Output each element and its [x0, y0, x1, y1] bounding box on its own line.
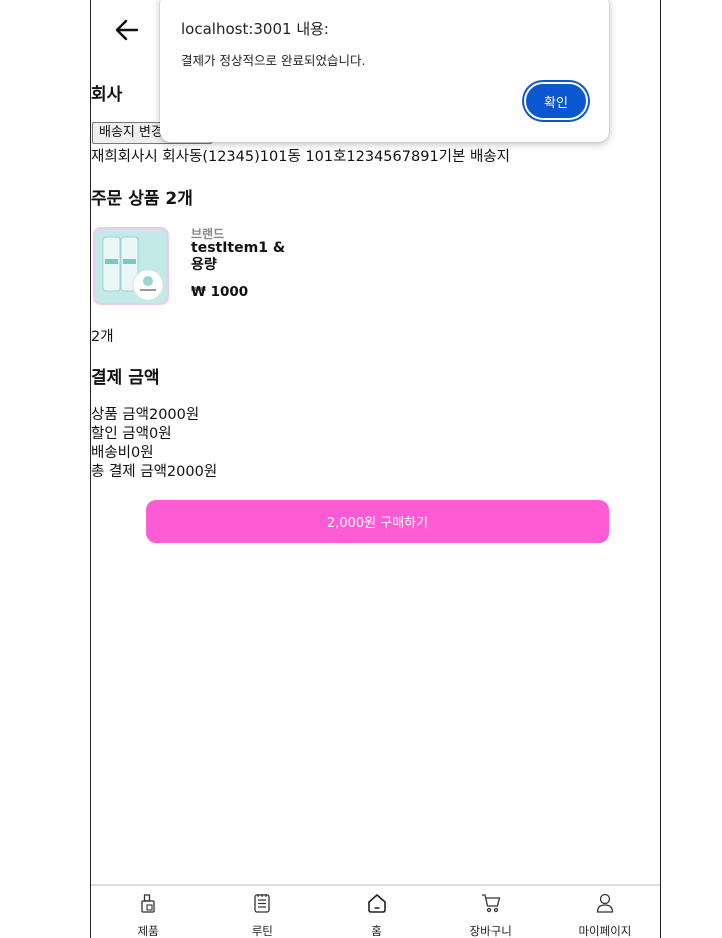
- bottom-nav: 제품 루틴 홈 장바구니 마이페이지: [91, 884, 660, 938]
- order-items-title: 주문 상품 2개: [91, 189, 193, 209]
- product-price: ₩ 1000: [191, 284, 249, 300]
- home-icon: [367, 894, 386, 913]
- nav-label-product: 제품: [137, 924, 159, 938]
- company-title: 회사: [91, 85, 123, 105]
- subtotal-line: 상품 금액2000원: [91, 407, 200, 423]
- product-icon: [141, 894, 155, 913]
- nav-item-cart[interactable]: 장바구니: [434, 886, 548, 938]
- nav-label-home: 홈: [371, 924, 382, 938]
- nav-label-cart: 장바구니: [469, 924, 512, 938]
- delivery-address: 재희회사시 회사동(12345)101동 101호1234567891기본 배송…: [91, 149, 510, 165]
- nav-item-product[interactable]: 제품: [91, 886, 205, 938]
- nav-label-routine: 루틴: [251, 924, 273, 938]
- shipping-line: 배송비0원: [91, 445, 154, 461]
- dialog-title: localhost:3001 내용:: [181, 20, 329, 38]
- nav-label-mypage: 마이페이지: [578, 924, 632, 938]
- user-icon: [596, 893, 614, 913]
- dialog-message: 결제가 정상적으로 완료되었습니다.: [181, 53, 366, 68]
- product-image: [95, 229, 167, 303]
- routine-icon: [254, 894, 270, 913]
- dialog-ok-button[interactable]: 확인: [524, 82, 588, 120]
- total-line: 총 결제 금액2000원: [91, 464, 218, 480]
- payment-title: 결제 금액: [91, 368, 160, 388]
- back-button[interactable]: [111, 14, 143, 46]
- cart-icon: [481, 894, 500, 913]
- nav-item-routine[interactable]: 루틴: [205, 886, 319, 938]
- nav-item-mypage[interactable]: 마이페이지: [548, 886, 660, 938]
- alert-dialog: localhost:3001 내용: 결제가 정상적으로 완료되었습니다. 확인: [160, 0, 609, 142]
- discount-line: 할인 금액0원: [91, 426, 172, 442]
- product-thumbnail[interactable]: [93, 227, 169, 305]
- product-name: testItem1 & 용량: [191, 240, 286, 273]
- purchase-button[interactable]: 2,000원 구매하기: [146, 500, 609, 543]
- product-quantity: 2개: [91, 329, 114, 345]
- nav-item-home[interactable]: 홈: [319, 886, 433, 938]
- arrow-left-icon: [115, 19, 139, 41]
